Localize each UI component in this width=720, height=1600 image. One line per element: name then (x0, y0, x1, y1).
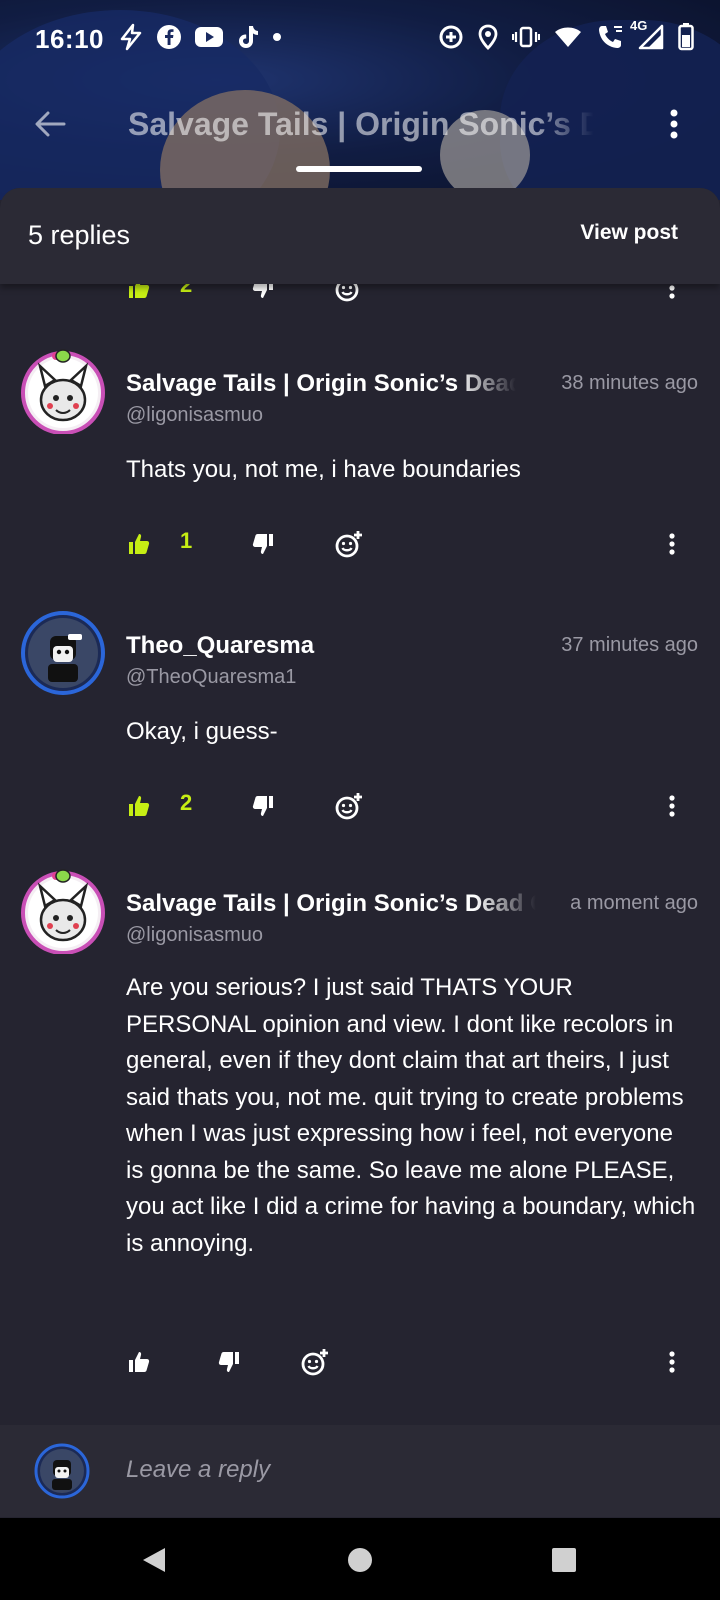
comment-author-handle[interactable]: @ligonisasmuo (126, 404, 263, 427)
system-nav-bar (0, 1518, 720, 1600)
data-saver-icon (438, 22, 464, 52)
dislike-button[interactable] (250, 522, 276, 566)
square-recents-icon (552, 1548, 576, 1572)
comment-author-handle[interactable]: @TheoQuaresma1 (126, 666, 296, 689)
comment-text: Okay, i guess- (126, 718, 278, 745)
tiktok-icon (236, 22, 260, 52)
replies-sheet: 5 replies View post 2 Salvage Tails | Or… (0, 188, 720, 1518)
facebook-icon (156, 22, 182, 52)
reply-composer (0, 1425, 720, 1517)
dislike-button[interactable] (216, 1340, 242, 1384)
back-button[interactable] (28, 102, 72, 146)
location-icon (478, 22, 498, 52)
comment-text: Thats you, not me, i have boundaries (126, 456, 521, 483)
page-title: Salvage Tails | Origin Sonic’s Dead Chil… (128, 106, 594, 142)
comment-item: Salvage Tails | Origin Sonic’s Dead Chil… (0, 348, 720, 608)
comment-timestamp: a moment ago (570, 892, 698, 914)
add-reaction-icon (335, 531, 362, 558)
like-button[interactable] (126, 522, 152, 566)
add-reaction-icon (301, 1349, 328, 1376)
nav-back-button[interactable] (134, 1540, 174, 1580)
bolt-icon (118, 22, 144, 52)
add-reaction-button[interactable] (334, 784, 364, 828)
sheet-drag-handle[interactable] (296, 166, 422, 172)
more-vertical-icon (669, 1351, 675, 1373)
battery-icon (678, 22, 694, 52)
vibrate-icon (512, 22, 540, 52)
comment-actions (0, 1340, 720, 1384)
comment-author-handle[interactable]: @ligonisasmuo (126, 924, 263, 947)
reply-input[interactable] (126, 1447, 686, 1493)
dot-icon (272, 22, 282, 52)
wifi-icon (554, 22, 582, 52)
comment-timestamp: 38 minutes ago (561, 372, 698, 394)
add-reaction-button[interactable] (300, 1340, 330, 1384)
avatar[interactable] (34, 1443, 90, 1499)
comment-item: Salvage Tails | Origin Sonic’s Dead Chil… (0, 868, 720, 1428)
avatar[interactable] (20, 610, 106, 696)
comment-author-name[interactable]: Salvage Tails | Origin Sonic’s Dead Chil… (126, 370, 516, 398)
cell-signal-icon: 4G (630, 18, 664, 52)
thumbs-up-icon (129, 796, 150, 816)
comment-timestamp: 37 minutes ago (561, 634, 698, 656)
like-button[interactable] (126, 1340, 152, 1384)
thumbs-down-icon (252, 796, 273, 816)
wifi-call-icon (596, 22, 624, 52)
more-options-button[interactable] (662, 104, 686, 144)
comment-text: Are you serious? I just said THATS YOUR … (126, 974, 696, 1257)
comment-author-name[interactable]: Salvage Tails | Origin Sonic’s Dead Chil… (126, 890, 536, 918)
nav-home-button[interactable] (340, 1540, 380, 1580)
circle-home-icon (348, 1548, 372, 1572)
thumbs-up-icon (129, 534, 150, 554)
nav-recents-button[interactable] (544, 1540, 584, 1580)
comment-actions: 1 (0, 522, 720, 566)
comment-actions: 2 (0, 784, 720, 828)
status-bar: 16:10 4G (0, 0, 720, 78)
thumbs-down-icon (252, 534, 273, 554)
network-type-label: 4G (630, 18, 648, 33)
comment-more-button[interactable] (664, 1340, 680, 1384)
comment-more-button[interactable] (664, 522, 680, 566)
comment-more-button[interactable] (664, 784, 680, 828)
more-vertical-icon (669, 533, 675, 555)
triangle-back-icon (143, 1548, 165, 1572)
view-post-link[interactable]: View post (580, 221, 678, 245)
status-time: 16:10 (35, 24, 104, 54)
avatar[interactable] (20, 348, 106, 435)
replies-count: 5 replies (28, 220, 131, 250)
like-count: 1 (180, 528, 193, 553)
app-bar: Salvage Tails | Origin Sonic’s Dead Chil… (0, 92, 720, 158)
comment-item: Theo_Quaresma @TheoQuaresma1 37 minutes … (0, 610, 720, 870)
avatar[interactable] (20, 868, 106, 955)
dislike-button[interactable] (250, 784, 276, 828)
like-button[interactable] (126, 784, 152, 828)
more-vertical-icon (669, 795, 675, 817)
thumbs-up-icon (129, 1352, 150, 1372)
thumbs-down-icon (218, 1352, 239, 1372)
arrow-left-icon (35, 111, 66, 137)
add-reaction-icon (335, 793, 362, 820)
more-vertical-icon (670, 109, 678, 139)
comment-author-name[interactable]: Theo_Quaresma (126, 632, 516, 660)
sheet-header: 5 replies View post (0, 188, 720, 284)
add-reaction-button[interactable] (334, 522, 364, 566)
like-count: 2 (180, 790, 193, 815)
youtube-icon (194, 22, 224, 52)
